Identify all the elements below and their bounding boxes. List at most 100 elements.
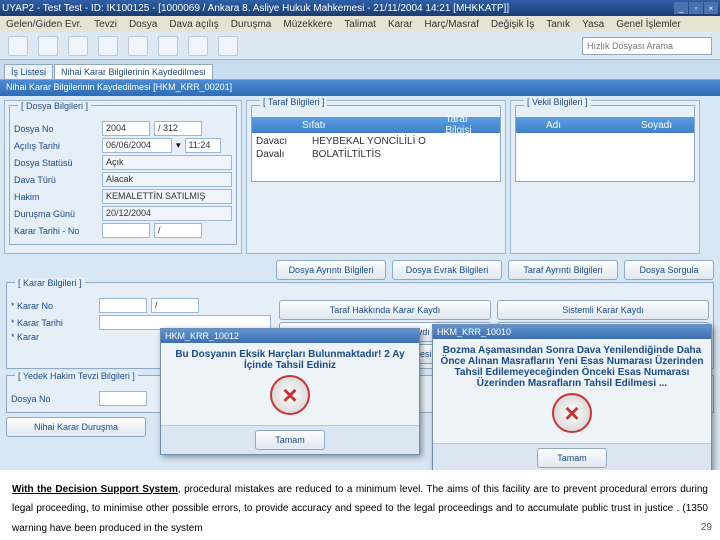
lbl-durusma: Duruşma Günü <box>14 209 98 219</box>
slide-caption: With the Decision Support System, proced… <box>0 470 720 540</box>
tab-bar: İş Listesi Nihai Karar Bilgilerinin Kayd… <box>0 60 720 80</box>
toolbar-button[interactable] <box>98 36 118 56</box>
val-htdosya[interactable] <box>99 391 147 406</box>
maximize-icon[interactable]: ▫ <box>689 2 703 14</box>
menu-item[interactable]: Değişik İş <box>491 19 534 30</box>
taraf-header: Sıfatı Taraf Bilgisi <box>252 117 500 133</box>
group-vekil: [ Vekil Bilgileri ] Adı Soyadı <box>515 105 695 182</box>
col-adi: Adı <box>546 120 561 131</box>
lbl-dosyano: Dosya No <box>14 124 98 134</box>
menubar: Gelen/Giden Evr. Tevzi Dosya Dava açılış… <box>0 16 720 32</box>
val-durusma: 20/12/2004 <box>102 206 232 221</box>
menu-item[interactable]: Harç/Masraf <box>424 19 478 30</box>
toolbar-button[interactable] <box>218 36 238 56</box>
val-dosyano2[interactable]: / 312 <box>154 121 202 136</box>
middle-buttons: Dosya Ayrıntı Bilgileri Dosya Evrak Bilg… <box>0 260 720 280</box>
toolbar-button[interactable] <box>38 36 58 56</box>
minimize-icon[interactable]: _ <box>674 2 688 14</box>
toolbar-button[interactable] <box>188 36 208 56</box>
modal-warning-1: HKM_KRR_10012 Bu Dosyanın Eksik Harçları… <box>160 328 420 455</box>
menu-item[interactable]: Talimat <box>344 19 376 30</box>
val-karar-b[interactable]: / <box>154 223 202 238</box>
menu-item[interactable]: Genel İşlemler <box>616 19 680 30</box>
lbl-hakim: Hakim <box>14 192 98 202</box>
panel-vekil: [ Vekil Bilgileri ] Adı Soyadı <box>510 100 700 254</box>
lbl-kararfield: * Karar <box>11 332 95 342</box>
legend-karar: [ Karar Bilgileri ] <box>15 278 85 288</box>
menu-item[interactable]: Tanık <box>546 19 570 30</box>
legend-vekil: [ Vekil Bilgileri ] <box>524 97 591 107</box>
val-acilis-saat[interactable]: 11:24 <box>185 138 221 153</box>
group-taraf: [ Taraf Bilgileri ] Sıfatı Taraf Bilgisi… <box>251 105 501 182</box>
modal1-text: Bu Dosyanın Eksik Harçları Bulunmaktadır… <box>167 349 413 371</box>
col-sifat: Sıfatı <box>302 120 325 131</box>
menu-item[interactable]: Müzekkere <box>283 19 332 30</box>
lbl-status: Dosya Statüsü <box>14 158 98 168</box>
taraf-row[interactable]: DavacıHEYBEKAL YONCİLİLİ O <box>254 135 498 148</box>
menu-item[interactable]: Tevzi <box>94 19 117 30</box>
btn-evrak[interactable]: Dosya Evrak Bilgileri <box>392 260 502 280</box>
taraf-body[interactable]: DavacıHEYBEKAL YONCİLİLİ O DavalıBOLATİL… <box>252 133 500 181</box>
menu-item[interactable]: Dosya <box>129 19 157 30</box>
modal2-title: HKM_KRR_10010 <box>433 325 711 339</box>
col-bilgi: Taraf Bilgisi <box>445 114 471 136</box>
toolbar-button[interactable] <box>158 36 178 56</box>
modal-warning-2: HKM_KRR_10010 Bozma Aşamasından Sonra Da… <box>432 324 712 473</box>
btn-sorgula[interactable]: Dosya Sorgula <box>624 260 714 280</box>
menu-item[interactable]: Karar <box>388 19 412 30</box>
modal1-title: HKM_KRR_10012 <box>161 329 419 343</box>
workarea: [ Dosya Bilgileri ] Dosya No 2004 / 312 Aç… <box>0 96 720 258</box>
legend-dosya: [ Dosya Bilgileri ] <box>18 101 91 111</box>
btn-tarafayrinti[interactable]: Taraf Ayrıntı Bilgileri <box>508 260 618 280</box>
panel-dosya: [ Dosya Bilgileri ] Dosya No 2004 / 312 Aç… <box>4 100 242 254</box>
lbl-karar: Karar Tarihi - No <box>14 226 98 236</box>
taraf-row[interactable]: DavalıBOLATİLTİLTİS <box>254 148 498 161</box>
close-icon[interactable]: × <box>704 2 718 14</box>
val-hakim: KEMALETTİN SATILMIŞ <box>102 189 232 204</box>
btn-ayrinti[interactable]: Dosya Ayrıntı Bilgileri <box>276 260 386 280</box>
group-dosya: [ Dosya Bilgileri ] Dosya No2004/ 312 Aç… <box>9 105 237 245</box>
val-status: Açık <box>102 155 232 170</box>
toolbar-button[interactable] <box>8 36 28 56</box>
btn-tarafhakkinda[interactable]: Taraf Hakkında Karar Kaydı <box>279 300 491 320</box>
toolbar <box>0 32 720 60</box>
titlebar: UYAP2 - Test Test - ID: IK100125 - [1000… <box>0 0 720 16</box>
toolbar-button[interactable] <box>128 36 148 56</box>
search-input[interactable] <box>582 37 712 55</box>
legend-taraf: [ Taraf Bilgileri ] <box>260 97 327 107</box>
error-icon: × <box>552 393 592 433</box>
menu-item[interactable]: Yasa <box>582 19 604 30</box>
tab-islistesi[interactable]: İş Listesi <box>4 64 53 79</box>
tab-nihaikarar[interactable]: Nihai Karar Bilgilerinin Kaydedilmesi <box>54 64 213 79</box>
toolbar-button[interactable] <box>68 36 88 56</box>
val-turu: Alacak <box>102 172 232 187</box>
lbl-kararno: * Karar No <box>11 301 95 311</box>
form-header: Nihai Karar Bilgilerinin Kaydedilmesi [H… <box>0 80 720 96</box>
panel-taraf: [ Taraf Bilgileri ] Sıfatı Taraf Bilgisi… <box>246 100 506 254</box>
modal1-ok-button[interactable]: Tamam <box>255 430 325 450</box>
val-dosyano1[interactable]: 2004 <box>102 121 150 136</box>
caption-lead: With the Decision Support System <box>12 484 178 495</box>
val-karar-a[interactable] <box>102 223 150 238</box>
menu-item[interactable]: Dava açılış <box>169 19 218 30</box>
menu-item[interactable]: Duruşma <box>231 19 272 30</box>
lbl-htdosya: Dosya No <box>11 394 95 404</box>
val-kararno1[interactable] <box>99 298 147 313</box>
val-acilis[interactable]: 06/06/2004 <box>102 138 172 153</box>
page-number: 29 <box>701 521 712 534</box>
val-kararno2[interactable]: / <box>151 298 199 313</box>
col-soyadi: Soyadı <box>641 120 672 131</box>
modal2-text: Bozma Aşamasından Sonra Dava Yenilendiği… <box>439 345 705 389</box>
lbl-karartarih: * Karar Tarihi <box>11 318 95 328</box>
vekil-body[interactable] <box>516 133 694 181</box>
window-buttons: _ ▫ × <box>674 2 718 14</box>
legend-hakimtevzi: [ Yedek Hakim Tevzi Bilgileri ] <box>15 371 138 381</box>
lbl-acilis: Açılış Tarihi <box>14 141 98 151</box>
modal2-ok-button[interactable]: Tamam <box>537 448 607 468</box>
vekil-header: Adı Soyadı <box>516 117 694 133</box>
btn-sistemkarari[interactable]: Sistemli Karar Kaydı <box>497 300 709 320</box>
btn-nihaikd[interactable]: Nihai Karar Duruşma <box>6 417 146 437</box>
lbl-turu: Dava Türü <box>14 175 98 185</box>
window-title: UYAP2 - Test Test - ID: IK100125 - [1000… <box>2 3 509 14</box>
menu-item[interactable]: Gelen/Giden Evr. <box>6 19 82 30</box>
